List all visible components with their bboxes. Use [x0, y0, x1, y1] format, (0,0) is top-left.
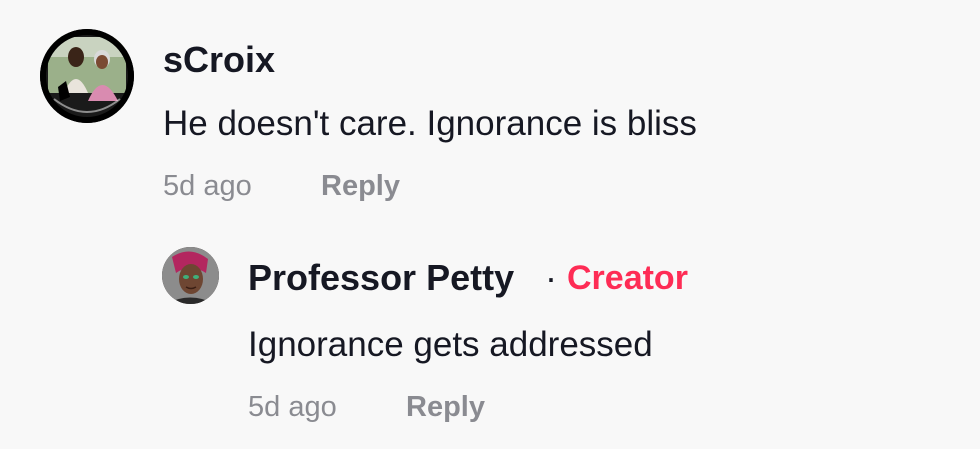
- reply-timestamp: 5d ago: [248, 391, 337, 423]
- creator-separator: ·: [545, 257, 557, 298]
- comment-text: He doesn't care. Ignorance is bliss: [163, 104, 697, 143]
- reply-text: Ignorance gets addressed: [248, 325, 653, 364]
- comment-thread: sCroix He doesn't care. Ignorance is bli…: [0, 0, 980, 449]
- creator-username[interactable]: Professor Petty: [248, 260, 514, 296]
- comment-reply-button[interactable]: Reply: [321, 172, 400, 201]
- creator-avatar-image: [162, 247, 219, 304]
- commenter-avatar[interactable]: [40, 29, 134, 123]
- comment-timestamp: 5d ago: [163, 170, 252, 202]
- commenter-username[interactable]: sCroix: [163, 42, 275, 78]
- creator-avatar[interactable]: [162, 247, 219, 304]
- reply-reply-button[interactable]: Reply: [406, 393, 485, 422]
- creator-badge: Creator: [567, 259, 688, 297]
- commenter-avatar-image: [40, 29, 134, 123]
